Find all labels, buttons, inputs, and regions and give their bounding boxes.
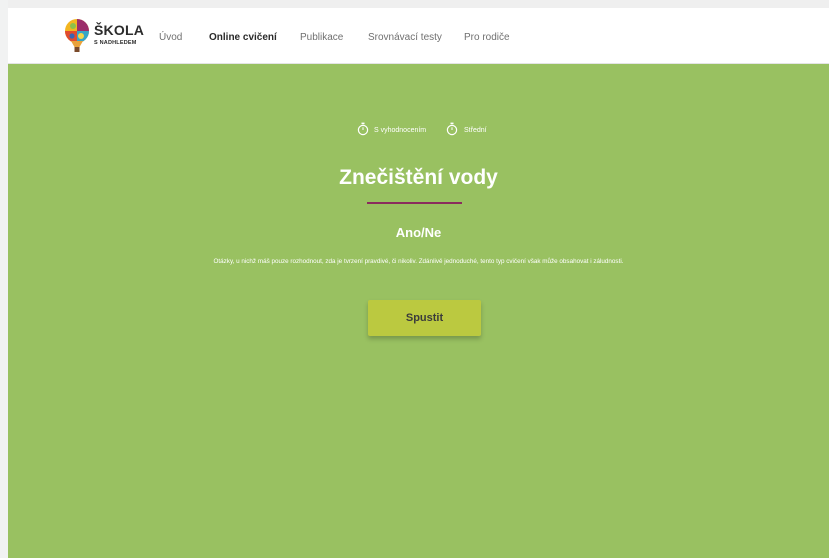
exercise-description: Otázky, u nichž máš pouze rozhodnout, zd… [213, 258, 624, 265]
nav-item-uvod[interactable]: Úvod [159, 32, 182, 43]
nav-item-pro-rodice[interactable]: Pro rodiče [464, 32, 510, 43]
top-strip [8, 0, 829, 8]
exercise-type: Ano/Ne [395, 225, 442, 240]
site-header: ŠKOLA S NADHLEDEM Úvod Online cvičení Pu… [8, 8, 829, 64]
evaluation-label: S vyhodnocením [374, 127, 427, 134]
stopwatch-icon [357, 122, 369, 136]
nav-item-online-cviceni[interactable]: Online cvičení [209, 32, 277, 43]
exercise-hero: S vyhodnocením Střední Znečištění vody A… [8, 64, 829, 558]
stopwatch-icon [446, 122, 458, 136]
exercise-title: Znečištění vody [339, 166, 498, 189]
title-underline [367, 202, 462, 204]
difficulty-label: Střední [464, 127, 487, 134]
hot-air-balloon-icon [65, 19, 89, 52]
logo-title: ŠKOLA [94, 22, 144, 38]
site-logo[interactable]: ŠKOLA S NADHLEDEM [64, 18, 144, 54]
logo-subtitle: S NADHLEDEM [94, 40, 137, 46]
nav-item-publikace[interactable]: Publikace [300, 32, 343, 43]
start-button[interactable]: Spustit [368, 300, 481, 336]
nav-item-srovnavaci-testy[interactable]: Srovnávací testy [368, 32, 442, 43]
